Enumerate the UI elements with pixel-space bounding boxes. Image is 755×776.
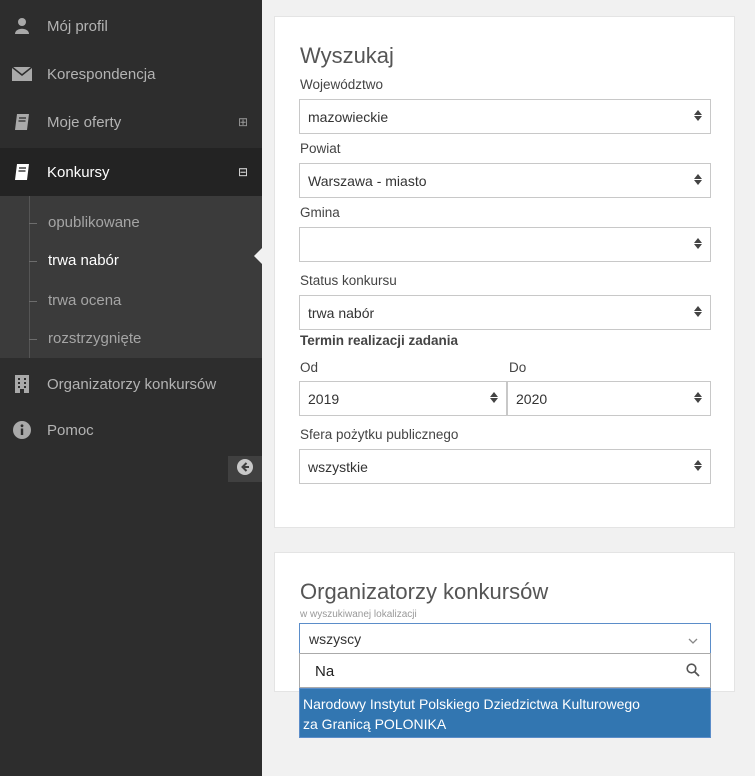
submenu-item-recruiting[interactable]: trwa nabór bbox=[0, 242, 262, 282]
select-value: mazowieckie bbox=[308, 109, 389, 125]
submenu-item-label: trwa ocena bbox=[48, 292, 122, 309]
search-panel: Wyszukaj Województwo mazowieckie Powiat … bbox=[274, 16, 735, 528]
user-icon bbox=[12, 16, 32, 36]
od-label: Od bbox=[300, 360, 319, 375]
organizers-select[interactable]: wszyscy bbox=[299, 623, 711, 653]
submenu-item-evaluation[interactable]: trwa ocena bbox=[0, 282, 262, 322]
sidebar-item-label: Korespondencja bbox=[47, 65, 156, 83]
select-value: 2020 bbox=[516, 391, 548, 407]
sidebar-item-profile[interactable]: Mój profil bbox=[0, 6, 262, 46]
do-label: Do bbox=[509, 360, 527, 375]
organizers-title: Organizatorzy konkursów bbox=[300, 579, 549, 604]
sidebar-item-contests[interactable]: Konkursy ⊟ bbox=[0, 148, 262, 196]
collapse-icon[interactable]: ⊟ bbox=[238, 165, 248, 179]
updown-icon bbox=[490, 391, 498, 404]
collapse-sidebar-button[interactable] bbox=[228, 456, 262, 482]
submenu-item-published[interactable]: opublikowane bbox=[0, 204, 262, 244]
organizers-search-input[interactable] bbox=[305, 657, 685, 685]
gmina-label: Gmina bbox=[300, 205, 340, 220]
updown-icon bbox=[694, 109, 702, 122]
updown-icon bbox=[694, 237, 702, 250]
wojewodztwo-label: Województwo bbox=[300, 77, 384, 92]
select-value: wszystkie bbox=[308, 459, 368, 475]
select-value: Warszawa - miasto bbox=[308, 173, 427, 189]
option-line: Narodowy Instytut Polskiego Dziedzictwa … bbox=[303, 696, 640, 712]
organizers-panel: Organizatorzy konkursów w wyszukiwanej l… bbox=[274, 552, 735, 738]
updown-icon bbox=[694, 459, 702, 472]
submenu-item-label: opublikowane bbox=[48, 214, 140, 231]
od-select[interactable]: 2019 bbox=[299, 381, 507, 416]
select-value: wszyscy bbox=[309, 631, 362, 647]
powiat-label: Powiat bbox=[300, 141, 341, 156]
powiat-select[interactable]: Warszawa - miasto bbox=[299, 163, 711, 198]
chevron-down-icon bbox=[688, 632, 698, 650]
expand-icon[interactable]: ⊞ bbox=[238, 115, 248, 129]
sidebar-item-label: Mój profil bbox=[47, 17, 108, 35]
sidebar-item-my-offers[interactable]: Moje oferty ⊞ bbox=[0, 102, 262, 142]
active-caret bbox=[254, 248, 262, 264]
termin-label: Termin realizacji zadania bbox=[300, 333, 459, 348]
do-select[interactable]: 2020 bbox=[507, 381, 711, 416]
organizers-search-box bbox=[299, 653, 711, 688]
sidebar-item-help[interactable]: Pomoc bbox=[0, 410, 262, 450]
dropdown-option-highlighted[interactable]: Narodowy Instytut Polskiego Dziedzictwa … bbox=[299, 688, 711, 738]
option-line: za Granicą POLONIKA bbox=[303, 716, 447, 732]
contests-submenu: opublikowane trwa nabór trwa ocena rozst… bbox=[0, 196, 262, 358]
sfera-label: Sfera pożytku publicznego bbox=[300, 427, 459, 442]
status-select[interactable]: trwa nabór bbox=[299, 295, 711, 330]
submenu-item-label: trwa nabór bbox=[48, 252, 119, 269]
select-value: 2019 bbox=[308, 391, 340, 407]
sidebar: Mój profil Korespondencja Moje oferty ⊞ … bbox=[0, 0, 262, 776]
sidebar-item-label: Konkursy bbox=[47, 163, 110, 181]
envelope-icon bbox=[12, 64, 32, 84]
updown-icon bbox=[694, 173, 702, 186]
building-icon bbox=[12, 374, 32, 394]
book-icon bbox=[12, 162, 32, 182]
updown-icon bbox=[694, 305, 702, 318]
sfera-select[interactable]: wszystkie bbox=[299, 449, 711, 484]
organizers-dropdown: wszyscy Narodowy Instytut Polskiego Dzie… bbox=[299, 623, 711, 745]
sidebar-item-organizers[interactable]: Organizatorzy konkursów bbox=[0, 364, 262, 404]
submenu-item-label: rozstrzygnięte bbox=[48, 330, 142, 347]
gmina-select[interactable] bbox=[299, 227, 711, 262]
select-value: trwa nabór bbox=[308, 305, 375, 321]
sidebar-item-correspondence[interactable]: Korespondencja bbox=[0, 54, 262, 94]
arrow-left-circle-icon bbox=[237, 458, 253, 480]
status-label: Status konkursu bbox=[300, 273, 397, 288]
wojewodztwo-select[interactable]: mazowieckie bbox=[299, 99, 711, 134]
updown-icon bbox=[694, 391, 702, 404]
submenu-item-resolved[interactable]: rozstrzygnięte bbox=[0, 320, 262, 360]
sidebar-item-label: Organizatorzy konkursów bbox=[47, 375, 217, 393]
search-icon bbox=[686, 663, 700, 682]
organizers-hint: w wyszukiwanej lokalizacji bbox=[300, 609, 417, 620]
book-icon bbox=[12, 112, 32, 132]
sidebar-item-label: Moje oferty bbox=[47, 113, 122, 131]
info-icon bbox=[12, 420, 32, 440]
sidebar-item-label: Pomoc bbox=[47, 421, 94, 439]
page-title: Wyszukaj bbox=[300, 43, 394, 68]
